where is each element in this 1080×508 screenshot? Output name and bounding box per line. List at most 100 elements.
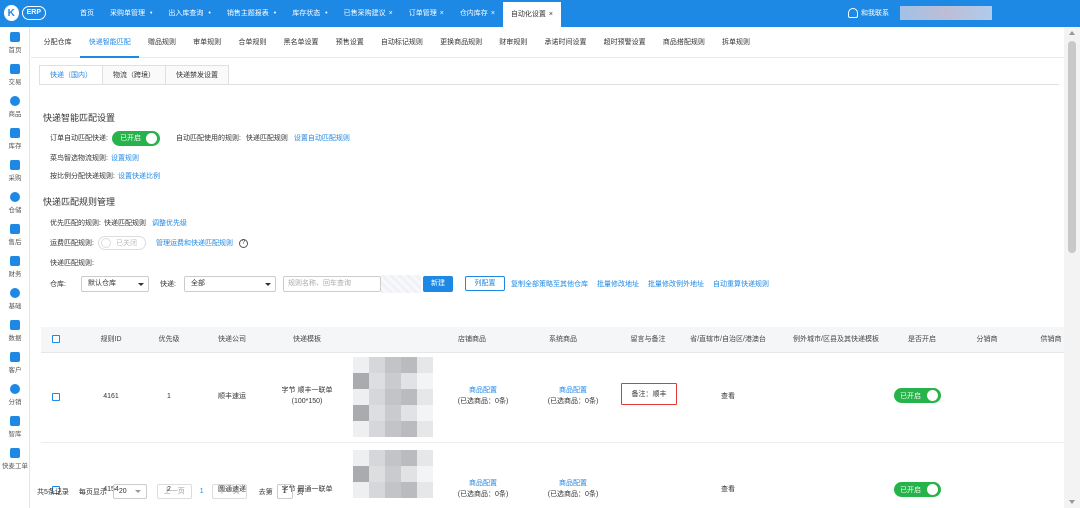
sub-nav-item-1[interactable]: 快递智能匹配 <box>80 27 140 58</box>
sub-nav-item-11[interactable]: 超时预警设置 <box>595 27 654 58</box>
sub-nav-item-10[interactable]: 承诺时间设置 <box>536 27 595 58</box>
blurred-region <box>381 275 421 293</box>
set-auto-rule-link[interactable]: 设置自动匹配规则 <box>294 133 350 143</box>
top-tab-5[interactable]: 已售采购建议 × <box>336 0 401 27</box>
per-page-label: 每页显示 <box>78 488 107 496</box>
scroll-down-icon[interactable] <box>1069 500 1075 504</box>
inner-tab-0[interactable]: 快递（国内） <box>39 65 103 85</box>
nav-item-13[interactable]: 快麦工单 <box>0 443 30 475</box>
new-rule-button[interactable]: 新建 <box>423 276 453 292</box>
nav-item-3[interactable]: 库存 <box>0 123 30 155</box>
close-icon[interactable]: × <box>549 11 553 18</box>
top-tab-8[interactable]: 自动化设置 × <box>502 0 561 27</box>
express-select[interactable]: 全部 <box>184 276 276 292</box>
top-tab-2[interactable]: 出入库查询 • <box>160 0 218 27</box>
current-page[interactable]: 1 <box>200 488 204 495</box>
nav-item-5[interactable]: 仓储 <box>0 187 30 219</box>
th-sys-goods[interactable]: 系统商品 <box>536 327 590 353</box>
sub-nav-item-12[interactable]: 商品搭配规则 <box>654 27 713 58</box>
th-template[interactable]: 快递模板 <box>275 327 339 353</box>
sub-nav-item-8[interactable]: 更换商品规则 <box>432 27 491 58</box>
freight-toggle[interactable]: 已关闭 <box>97 236 146 250</box>
th-shop-goods[interactable]: 店铺商品 <box>445 327 499 353</box>
sub-nav-item-6[interactable]: 预售设置 <box>327 27 372 58</box>
nav-item-10[interactable]: 客户 <box>0 347 30 379</box>
nav-item-4[interactable]: 采购 <box>0 155 30 187</box>
th-enabled[interactable]: 是否开启 <box>897 327 947 353</box>
rule-search-input[interactable]: 规则名称、回车查询 <box>283 276 381 292</box>
top-tab-0[interactable]: 首页 <box>72 0 102 27</box>
help-icon[interactable]: ? <box>238 238 248 248</box>
filter-action-link[interactable]: 自动重算快递规则 <box>713 279 769 289</box>
vertical-scrollbar[interactable] <box>1064 27 1080 508</box>
select-all-checkbox[interactable] <box>52 335 60 343</box>
scroll-thumb[interactable] <box>1068 41 1076 253</box>
row-checkbox[interactable] <box>52 393 60 401</box>
th-province[interactable]: 省/直辖市/自治区/港澳台 <box>684 327 772 353</box>
cell-remark: 备注：顺丰 <box>631 391 667 398</box>
table-row[interactable]: 4161 1 顺丰速运 字节 顺丰一联单 (100*150) 商品配置 (已选商… <box>41 353 1064 443</box>
sub-nav-item-9[interactable]: 财审规则 <box>491 27 536 58</box>
th-distributor[interactable]: 分销商 <box>967 327 1007 353</box>
sub-nav-item-2[interactable]: 赠品规则 <box>139 27 184 58</box>
sub-nav-item-13[interactable]: 拆单规则 <box>713 27 758 58</box>
scroll-up-icon[interactable] <box>1069 31 1075 35</box>
manage-freight-link[interactable]: 管理运费和快递匹配规则 <box>156 238 233 248</box>
rule-enabled-toggle[interactable]: 已开启 <box>894 482 941 497</box>
sub-nav-item-4[interactable]: 合单规则 <box>230 27 275 58</box>
nav-item-8[interactable]: 基础 <box>0 283 30 315</box>
settings-sub-nav: 分配仓库 快递智能匹配 赠品规则 审单规则 合单规则 黑名单设置 预售设置 自动标记规则 更换商… <box>31 27 1064 58</box>
cainiao-set-rule-link[interactable]: 设置规则 <box>111 153 139 163</box>
inner-tab-1[interactable]: 物流（跨境） <box>102 65 166 85</box>
shop-goods-config-link[interactable]: 商品配置 <box>451 385 515 396</box>
prev-page-button[interactable]: 上一页 <box>156 484 192 499</box>
top-tab-1[interactable]: 采购单管理 • <box>102 0 160 27</box>
contact-us[interactable]: 和我联系 <box>848 8 889 18</box>
province-view-link[interactable]: 查看 <box>706 391 750 402</box>
inner-tab-2[interactable]: 快递禁发设置 <box>165 65 229 85</box>
sys-goods-config-link[interactable]: 商品配置 <box>541 385 605 396</box>
ratio-set-link[interactable]: 设置快递比例 <box>118 171 160 181</box>
nav-item-11[interactable]: 分销 <box>0 379 30 411</box>
nav-item-9[interactable]: 数据 <box>0 315 30 347</box>
goto-page-input[interactable]: 1 <box>276 484 293 499</box>
nav-item-2[interactable]: 商品 <box>0 91 30 123</box>
sub-nav-item-7[interactable]: 自动标记规则 <box>372 27 431 58</box>
nav-item-1[interactable]: 交易 <box>0 59 30 91</box>
sub-nav-item-5[interactable]: 黑名单设置 <box>275 27 327 58</box>
sub-nav-item-3[interactable]: 审单规则 <box>185 27 230 58</box>
filter-action-link[interactable]: 批量修改地址 <box>597 279 639 289</box>
th-priority[interactable]: 优先级 <box>149 327 189 353</box>
top-tab-6[interactable]: 订单管理 × <box>401 0 452 27</box>
nav-item-6[interactable]: 售后 <box>0 219 30 251</box>
th-exception-city[interactable]: 例外城市/区县及其快递模板 <box>784 327 888 353</box>
th-rule-id[interactable]: 规则ID <box>89 327 133 353</box>
app-logo[interactable]: K ERP <box>4 4 46 22</box>
top-tab-4[interactable]: 库存状态 • <box>284 0 335 27</box>
close-icon[interactable]: × <box>440 10 444 17</box>
nav-item-0[interactable]: 首页 <box>0 27 30 59</box>
nav-item-7[interactable]: 财务 <box>0 251 30 283</box>
column-config-button[interactable]: 列配置 <box>465 276 505 291</box>
auto-match-toggle[interactable]: 已开启 <box>111 130 160 146</box>
rule-enabled-toggle[interactable]: 已开启 <box>894 388 941 403</box>
filter-action-link[interactable]: 批量修改例外地址 <box>648 279 704 289</box>
sub-nav-item-0[interactable]: 分配仓库 <box>35 27 80 58</box>
province-view-link[interactable]: 查看 <box>706 484 750 495</box>
adjust-priority-link[interactable]: 调整优先级 <box>152 218 187 228</box>
shop-goods-config-link[interactable]: 商品配置 <box>451 478 515 489</box>
sys-goods-config-link[interactable]: 商品配置 <box>541 478 605 489</box>
per-page-select[interactable]: 20 <box>112 484 147 499</box>
th-remark[interactable]: 留言与备注 <box>621 327 675 353</box>
next-page-button[interactable]: 下一页 <box>211 484 247 499</box>
user-info-blurred[interactable] <box>900 6 992 20</box>
top-tab-3[interactable]: 销售主题报表 • <box>219 0 284 27</box>
warehouse-select[interactable]: 默认仓库 <box>81 276 149 292</box>
filter-action-link[interactable]: 复制全部策略至其他仓库 <box>511 279 588 289</box>
close-icon[interactable]: × <box>389 10 393 17</box>
nav-item-12[interactable]: 智库 <box>0 411 30 443</box>
top-tab-7[interactable]: 仓内库存 × <box>452 0 503 27</box>
main-content: 分配仓库 快递智能匹配 赠品规则 审单规则 合单规则 黑名单设置 预售设置 自动标记规则 更换商… <box>31 27 1064 508</box>
close-icon[interactable]: × <box>491 10 495 17</box>
th-company[interactable]: 快递公司 <box>205 327 259 353</box>
